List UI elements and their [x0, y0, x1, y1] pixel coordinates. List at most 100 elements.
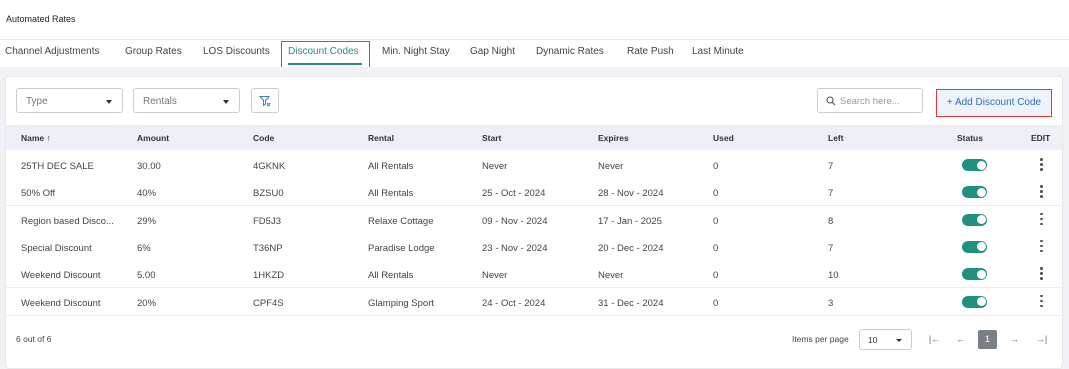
column-header-amount: Amount — [137, 133, 170, 143]
cell-amount: 30.00 — [137, 161, 161, 172]
caret-down-icon — [106, 100, 112, 104]
cell-amount: 6% — [137, 242, 151, 254]
kebab-dot — [1040, 185, 1043, 188]
cell-start: Never — [482, 161, 508, 172]
cell-used: 0 — [713, 242, 719, 254]
cell-start: 24 - Oct - 2024 — [482, 297, 546, 309]
tab-last-minute[interactable]: Last Minute — [692, 46, 744, 57]
cell-expires: Never — [598, 270, 624, 282]
tab-group-rates[interactable]: Group Rates — [125, 46, 182, 57]
cell-rental: All Rentals — [368, 188, 414, 200]
more-options-icon[interactable] — [1036, 158, 1046, 172]
cell-used: 0 — [713, 215, 719, 227]
tab-dynamic-rates[interactable]: Dynamic Rates — [536, 46, 604, 57]
column-header-expires: Expires — [598, 133, 629, 143]
add-discount-code-button[interactable]: + Add Discount Code — [936, 89, 1052, 117]
cell-name: Weekend Discount — [21, 270, 101, 282]
tab-rate-push[interactable]: Rate Push — [627, 46, 674, 57]
cell-expires: 17 - Jan - 2025 — [598, 215, 662, 227]
cell-start: 09 - Nov - 2024 — [482, 215, 548, 227]
kebab-dot — [1040, 195, 1043, 198]
column-header-name[interactable]: Name ↑ — [21, 133, 51, 143]
kebab-dot — [1040, 267, 1043, 270]
rentals-filter-label: Rentals — [143, 96, 177, 107]
filter-clear-icon — [259, 96, 271, 107]
toggle-knob — [976, 269, 986, 279]
cell-expires: 20 - Dec - 2024 — [598, 242, 664, 254]
search-input[interactable] — [840, 93, 920, 109]
tab-min-night-stay[interactable]: Min. Night Stay — [382, 46, 450, 57]
table-row[interactable]: 50% Off 40% BZSU0 All Rentals 25 - Oct - 202… — [6, 178, 1062, 207]
cell-start: Never — [482, 270, 508, 282]
cell-amount: 5.00 — [137, 270, 156, 282]
cell-left: 7 — [828, 242, 834, 254]
column-header-edit: EDIT — [1031, 133, 1051, 143]
cell-used: 0 — [713, 297, 719, 309]
tab-gap-night[interactable]: Gap Night — [470, 46, 515, 57]
cell-expires: 28 - Nov - 2024 — [598, 188, 664, 200]
column-header-status: Status — [957, 133, 983, 143]
next-page-button[interactable]: → — [1005, 330, 1024, 349]
tab-los-discounts[interactable]: LOS Discounts — [203, 46, 270, 57]
kebab-dot — [1040, 249, 1043, 253]
status-toggle[interactable] — [962, 295, 987, 308]
cell-expires: Never — [598, 161, 624, 172]
toggle-knob — [976, 242, 986, 252]
toggle-knob — [976, 297, 986, 306]
kebab-dot — [1040, 272, 1043, 275]
cell-amount: 29% — [137, 215, 157, 227]
cell-rental: Paradise Lodge — [368, 242, 435, 254]
tab-bar: Channel Adjustments Group Rates LOS Disc… — [0, 40, 1069, 67]
more-options-icon[interactable] — [1036, 294, 1046, 309]
cell-start: 23 - Nov - 2024 — [482, 242, 548, 254]
rentals-filter-select[interactable]: Rentals — [133, 88, 240, 113]
cell-code: T36NP — [253, 242, 283, 254]
last-page-button[interactable]: →| — [1032, 330, 1051, 349]
status-toggle[interactable] — [962, 240, 987, 253]
column-header-rental: Rental — [368, 133, 394, 143]
table-row[interactable]: Weekend Discount 5.00 1HKZD All Rentals Neve… — [6, 260, 1062, 289]
cell-used: 0 — [713, 270, 719, 282]
search-icon — [826, 96, 836, 106]
cell-rental: All Rentals — [368, 270, 414, 282]
kebab-dot — [1040, 168, 1043, 171]
status-toggle[interactable] — [962, 268, 987, 281]
tab-channel-adjustments[interactable]: Channel Adjustments — [5, 46, 100, 57]
more-options-icon[interactable] — [1036, 212, 1046, 227]
first-page-button[interactable]: |← — [925, 330, 944, 349]
status-toggle[interactable] — [962, 213, 987, 226]
status-toggle[interactable] — [962, 159, 987, 171]
table-row[interactable]: 25TH DEC SALE 30.00 4GKNK All Rentals Never N… — [6, 151, 1062, 179]
cell-code: BZSU0 — [253, 188, 284, 200]
table-row[interactable]: Special Discount 6% T36NP Paradise Lodge 23 … — [6, 232, 1062, 261]
more-options-icon[interactable] — [1036, 239, 1046, 254]
column-header-used: Used — [713, 133, 734, 143]
page-1-button[interactable]: 1 — [978, 330, 997, 349]
caret-down-icon — [223, 100, 229, 104]
table-row[interactable]: Weekend Discount 20% CPF4S Glamping Sport 24… — [6, 287, 1062, 316]
status-toggle[interactable] — [962, 186, 987, 199]
kebab-dot — [1040, 299, 1043, 302]
cell-left: 7 — [828, 188, 834, 200]
toggle-knob — [976, 187, 986, 197]
search-box — [817, 88, 923, 113]
clear-filter-button[interactable] — [251, 88, 279, 113]
more-options-icon[interactable] — [1036, 267, 1046, 281]
cell-rental: All Rentals — [368, 161, 414, 172]
cell-amount: 20% — [137, 297, 157, 309]
cell-code: FD5J3 — [253, 215, 281, 227]
cell-amount: 40% — [137, 188, 157, 200]
cell-left: 3 — [828, 297, 834, 309]
table-row[interactable]: Region based Disco... 29% FD5J3 Relaxe Cott… — [6, 205, 1062, 234]
items-per-page-label: Items per page — [792, 334, 849, 344]
kebab-dot — [1040, 239, 1043, 243]
cell-rental: Glamping Sport — [368, 297, 435, 309]
previous-page-button[interactable]: ← — [951, 330, 970, 349]
page-title: Automated Rates — [6, 14, 76, 24]
cell-left: 7 — [828, 161, 834, 172]
type-filter-select[interactable]: Type — [16, 88, 123, 113]
kebab-dot — [1040, 190, 1043, 193]
items-per-page-select[interactable]: 10 — [859, 329, 912, 350]
more-options-icon[interactable] — [1036, 185, 1046, 199]
kebab-dot — [1040, 244, 1043, 248]
